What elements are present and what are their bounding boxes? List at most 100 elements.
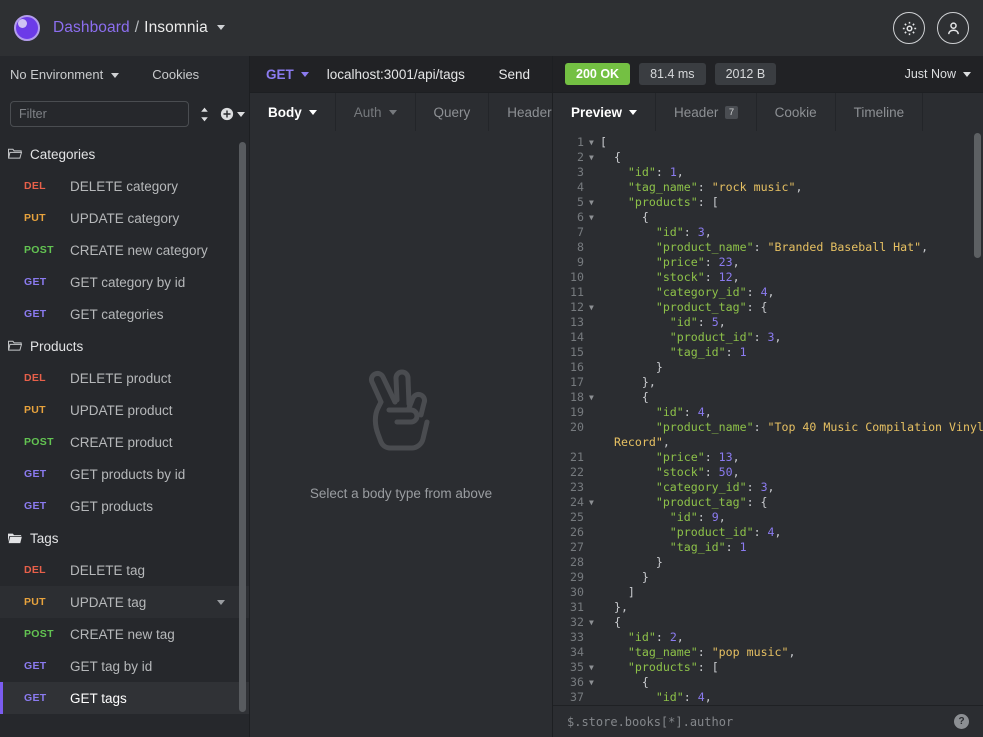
code-line: 23 "category_id": 3,	[553, 480, 983, 495]
request-name-label: CREATE new tag	[70, 626, 175, 642]
add-request-button[interactable]	[220, 107, 245, 121]
request-item[interactable]: GET GET category by id	[0, 266, 249, 298]
code-line: 14 "product_id": 3,	[553, 330, 983, 345]
request-name-label: GET products	[70, 498, 154, 514]
request-name-label: GET category by id	[70, 274, 186, 290]
fold-arrow-icon[interactable]: ▼	[587, 300, 600, 315]
request-item[interactable]: GET GET products by id	[0, 458, 249, 490]
sort-button[interactable]	[199, 107, 210, 122]
sidebar-scrollbar[interactable]	[239, 142, 246, 712]
line-number: 26	[570, 525, 584, 539]
fold-arrow-icon[interactable]: ▼	[587, 390, 600, 405]
response-history-selector[interactable]: Just Now	[905, 67, 971, 81]
sidebar-folder-tags[interactable]: Tags	[0, 522, 249, 554]
code-text: "product_name": "Top 40 Music Compilatio…	[600, 420, 983, 434]
request-method-label: POST	[24, 436, 54, 448]
fold-arrow-icon[interactable]: ▼	[587, 150, 600, 165]
request-item[interactable]: DEL DELETE tag	[0, 554, 249, 586]
jsonpath-filter-input[interactable]	[567, 714, 954, 729]
response-time-badge[interactable]: 81.4 ms	[639, 63, 706, 85]
request-name-label: DELETE product	[70, 370, 172, 386]
request-item[interactable]: POST CREATE new category	[0, 234, 249, 266]
line-number: 27	[570, 540, 584, 554]
fold-arrow-icon[interactable]: ▼	[587, 660, 600, 675]
breadcrumb-dashboard-link[interactable]: Dashboard	[53, 19, 130, 36]
code-line: 24 ▼ "product_tag": {	[553, 495, 983, 510]
request-menu-chevron-down-icon[interactable]	[217, 599, 225, 605]
request-item[interactable]: PUT UPDATE tag	[0, 586, 249, 618]
method-label: GET	[266, 66, 294, 82]
request-item[interactable]: DEL DELETE product	[0, 362, 249, 394]
fold-arrow-icon[interactable]: ▼	[587, 495, 600, 510]
question-mark-icon[interactable]: ?	[954, 714, 969, 729]
tab-body[interactable]: Body	[250, 93, 336, 131]
request-item[interactable]: POST CREATE new tag	[0, 618, 249, 650]
line-number: 34	[570, 645, 584, 659]
tab-timeline[interactable]: Timeline	[836, 93, 924, 131]
line-number: 1	[577, 135, 584, 149]
tab-auth[interactable]: Auth	[336, 93, 416, 131]
folder-open-icon	[8, 148, 22, 159]
request-item[interactable]: GET GET tag by id	[0, 650, 249, 682]
request-item[interactable]: GET GET tags	[0, 682, 249, 714]
request-item[interactable]: POST CREATE product	[0, 426, 249, 458]
code-text: "product_id": 4,	[600, 525, 782, 539]
tab-label: Body	[268, 104, 302, 120]
code-line: 11 "category_id": 4,	[553, 285, 983, 300]
request-item[interactable]: PUT UPDATE product	[0, 394, 249, 426]
workspace-chevron-down-icon[interactable]	[216, 25, 225, 31]
response-scrollbar[interactable]	[974, 133, 981, 258]
cookies-button[interactable]: Cookies	[152, 67, 199, 82]
fold-arrow-icon[interactable]: ▼	[587, 195, 600, 210]
fold-arrow-icon[interactable]: ▼	[587, 210, 600, 225]
account-button[interactable]	[937, 12, 969, 44]
tab-chevron-down-icon	[308, 109, 317, 115]
add-chevron-down-icon	[237, 111, 245, 117]
code-text: {	[600, 150, 621, 164]
request-list: Categories DEL DELETE category PUT UPDATE ca…	[0, 135, 249, 737]
request-method-label: GET	[24, 692, 47, 704]
response-size-badge[interactable]: 2012 B	[714, 63, 777, 85]
main-body: No Environment Cookies Categories DEL DELE…	[0, 56, 983, 737]
sidebar-folder-categories[interactable]: Categories	[0, 138, 249, 170]
environment-label: No Environment	[10, 67, 104, 82]
code-line: 6 ▼ {	[553, 210, 983, 225]
request-item[interactable]: PUT UPDATE category	[0, 202, 249, 234]
sidebar-filter-input[interactable]	[10, 101, 189, 127]
fold-arrow-icon[interactable]: ▼	[587, 135, 600, 150]
request-item[interactable]: GET GET categories	[0, 298, 249, 330]
fold-arrow-icon[interactable]: ▼	[587, 675, 600, 690]
response-timestamp-label: Just Now	[904, 67, 956, 81]
tab-count-badge: 7	[725, 105, 738, 119]
response-body-viewer[interactable]: 1 ▼[2 ▼ {3 "id": 1, 4 "tag_name": "rock mus…	[553, 131, 983, 705]
url-input[interactable]: localhost:3001/api/tags	[327, 67, 477, 82]
history-chevron-down-icon	[963, 71, 971, 77]
method-selector[interactable]: GET	[266, 67, 309, 82]
request-name-label: DELETE tag	[70, 562, 146, 578]
send-button[interactable]: Send	[476, 67, 552, 82]
tab-query[interactable]: Query	[416, 93, 490, 131]
request-item[interactable]: DEL DELETE category	[0, 170, 249, 202]
tab-cookie[interactable]: Cookie	[757, 93, 836, 131]
settings-button[interactable]	[893, 12, 925, 44]
request-method-label: GET	[24, 276, 47, 288]
environment-selector[interactable]: No Environment	[10, 67, 120, 82]
tab-header[interactable]: Header 7	[656, 93, 757, 131]
line-number: 14	[570, 330, 584, 344]
request-item[interactable]: GET GET products	[0, 490, 249, 522]
fold-arrow-icon[interactable]: ▼	[587, 615, 600, 630]
code-line: 31 },	[553, 600, 983, 615]
code-text: "products": [	[600, 195, 719, 209]
tab-preview[interactable]: Preview	[553, 93, 657, 131]
status-badge[interactable]: 200 OK	[565, 63, 631, 85]
sidebar-folder-products[interactable]: Products	[0, 330, 249, 362]
breadcrumb-current-workspace[interactable]: Insomnia	[144, 19, 208, 36]
line-number: 13	[570, 315, 584, 329]
